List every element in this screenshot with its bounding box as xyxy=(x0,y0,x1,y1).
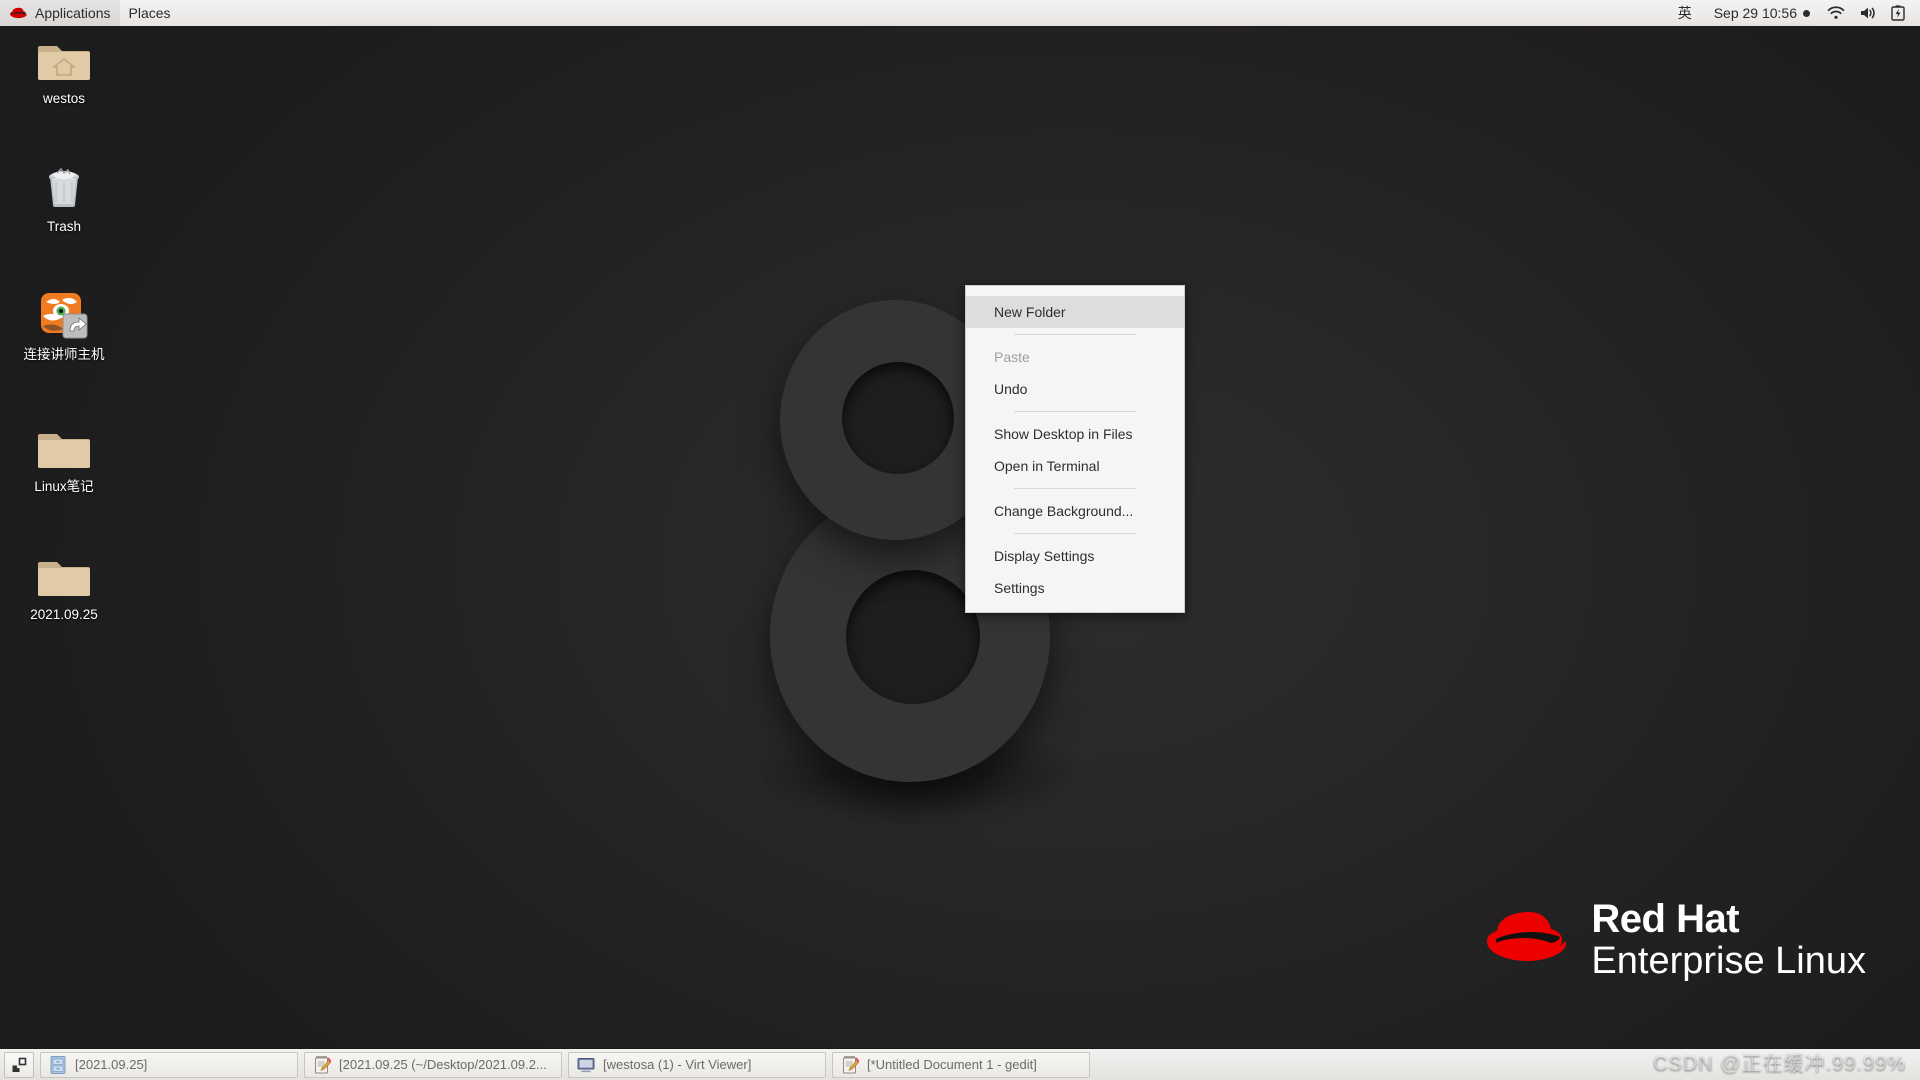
taskbar-window-gedit-folder[interactable]: [2021.09.25 (~/Desktop/2021.09.2... xyxy=(304,1051,562,1078)
folder-icon xyxy=(38,424,90,472)
show-desktop-button[interactable] xyxy=(4,1051,34,1078)
desktop-icon-trash[interactable]: Trash xyxy=(12,164,116,235)
taskbar-window-label: [2021.09.25 (~/Desktop/2021.09.2... xyxy=(339,1057,547,1072)
volume-icon[interactable] xyxy=(1852,6,1884,20)
redhat-hat-icon xyxy=(1487,912,1567,962)
taskbar-window-label: [2021.09.25] xyxy=(75,1057,148,1072)
menu-separator xyxy=(1014,411,1136,412)
top-panel: Applications Places 英 Sep 29 10:56 xyxy=(0,0,1920,27)
show-desktop-icon xyxy=(12,1057,27,1072)
notification-dot-icon xyxy=(1803,9,1810,17)
taskbar-window-files[interactable]: [2021.09.25] xyxy=(40,1051,298,1078)
redhat-hat-icon xyxy=(10,7,27,19)
trash-icon xyxy=(38,164,90,212)
input-method-indicator[interactable]: 英 xyxy=(1666,3,1704,23)
taskbar-window-label: [westosa (1) - Virt Viewer] xyxy=(603,1057,752,1072)
shortcut-launcher-icon xyxy=(38,292,90,340)
context-menu-item-display-settings[interactable]: Display Settings xyxy=(966,540,1184,572)
context-menu-item-new-folder[interactable]: New Folder xyxy=(966,296,1184,328)
menu-applications-label: Applications xyxy=(35,5,111,21)
menu-separator xyxy=(1014,533,1136,534)
brand-line-2: Enterprise Linux xyxy=(1591,940,1866,983)
desktop-icon-label: westos xyxy=(42,91,86,106)
branding: Red Hat Enterprise Linux xyxy=(1483,898,1866,984)
wifi-icon[interactable] xyxy=(1820,6,1852,20)
taskbar-window-virt-viewer[interactable]: [westosa (1) - Virt Viewer] xyxy=(568,1051,826,1078)
context-menu-item-settings[interactable]: Settings xyxy=(966,572,1184,604)
battery-charging-icon[interactable] xyxy=(1884,5,1912,21)
context-menu-item-change-background[interactable]: Change Background... xyxy=(966,495,1184,527)
desktop-icon-label: Trash xyxy=(46,219,81,234)
menu-places-label: Places xyxy=(128,5,171,21)
taskbar: [2021.09.25] [2021.09.25 (~/Desktop/2021… xyxy=(0,1048,1920,1080)
desktop-background[interactable]: westos Trash 连接讲师主机 Linux笔记 2021.09.25 R… xyxy=(0,0,1920,1080)
desktop-icon-linux-notes[interactable]: Linux笔记 xyxy=(12,424,116,495)
desktop-icon-label: 2021.09.25 xyxy=(30,607,98,622)
home-folder-icon xyxy=(38,36,90,84)
desktop-icon-westos[interactable]: westos xyxy=(12,36,116,107)
taskbar-window-gedit-untitled[interactable]: [*Untitled Document 1 - gedit] xyxy=(832,1051,1090,1078)
context-menu-item-paste: Paste xyxy=(994,349,1030,365)
gedit-icon xyxy=(313,1055,331,1074)
gedit-icon xyxy=(841,1055,859,1074)
folder-icon xyxy=(38,552,90,600)
menu-separator xyxy=(1014,488,1136,489)
menu-places[interactable]: Places xyxy=(120,0,180,26)
desktop-icon-connect-instructor-host[interactable]: 连接讲师主机 xyxy=(12,292,116,363)
context-menu-item-undo[interactable]: Undo xyxy=(966,373,1184,405)
clock-label: Sep 29 10:56 xyxy=(1713,5,1797,21)
menu-applications[interactable]: Applications xyxy=(0,0,120,26)
desktop-icon-label: 连接讲师主机 xyxy=(23,347,105,362)
taskbar-window-label: [*Untitled Document 1 - gedit] xyxy=(867,1057,1037,1072)
virt-viewer-icon xyxy=(577,1056,595,1074)
menu-separator xyxy=(1014,334,1136,335)
desktop-icon-2021-09-25[interactable]: 2021.09.25 xyxy=(12,552,116,623)
context-menu-item-show-desktop-in-files[interactable]: Show Desktop in Files xyxy=(966,418,1184,450)
brand-line-1: Red Hat xyxy=(1591,897,1740,942)
context-menu-item-open-in-terminal[interactable]: Open in Terminal xyxy=(966,450,1184,482)
desktop-icon-label: Linux笔记 xyxy=(34,479,94,494)
file-manager-icon xyxy=(49,1055,67,1074)
clock[interactable]: Sep 29 10:56 xyxy=(1704,5,1820,21)
desktop-context-menu[interactable]: New Folder Paste Undo Show Desktop in Fi… xyxy=(965,285,1185,613)
